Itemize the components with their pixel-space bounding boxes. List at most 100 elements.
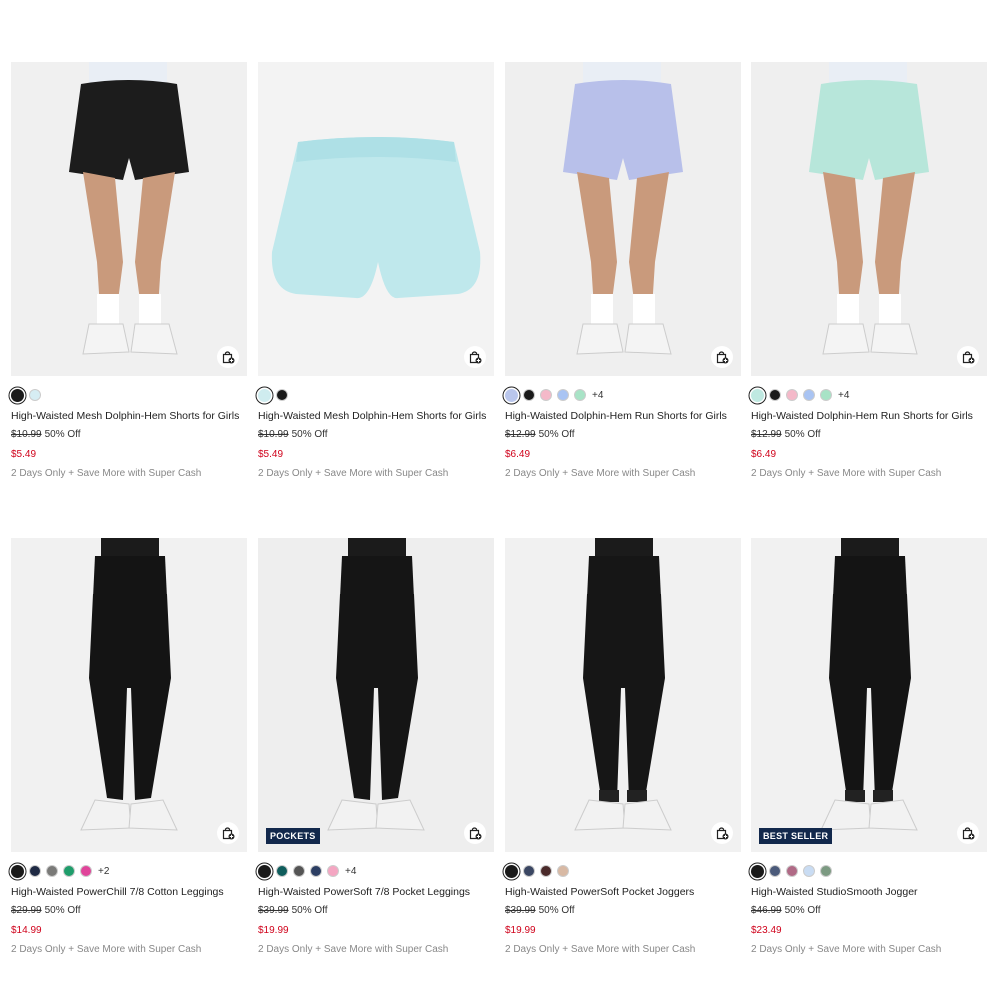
color-swatch[interactable] bbox=[46, 865, 58, 877]
color-swatch[interactable] bbox=[276, 865, 288, 877]
product-image[interactable]: POCKETS bbox=[258, 538, 494, 852]
product-image[interactable] bbox=[505, 62, 741, 376]
product-name[interactable]: High-Waisted Mesh Dolphin-Hem Shorts for… bbox=[11, 410, 247, 422]
price-row: $39.99 50% Off bbox=[258, 905, 494, 916]
color-swatch[interactable] bbox=[803, 389, 815, 401]
color-swatch[interactable] bbox=[751, 864, 764, 878]
color-swatch[interactable] bbox=[820, 389, 832, 401]
shopping-bag-plus-icon bbox=[222, 827, 235, 840]
discount-label: 50% Off bbox=[44, 429, 81, 440]
color-swatch[interactable] bbox=[523, 865, 535, 877]
add-to-bag-button[interactable] bbox=[217, 346, 239, 368]
color-swatch[interactable] bbox=[820, 865, 832, 877]
original-price: $39.99 bbox=[258, 905, 289, 916]
color-swatches: +2 bbox=[11, 861, 247, 881]
color-swatch[interactable] bbox=[803, 865, 815, 877]
color-swatch[interactable] bbox=[80, 865, 92, 877]
add-to-bag-button[interactable] bbox=[957, 822, 979, 844]
original-price: $39.99 bbox=[505, 905, 536, 916]
add-to-bag-button[interactable] bbox=[464, 822, 486, 844]
promo-text: 2 Days Only + Save More with Super Cash bbox=[751, 468, 942, 479]
product-card[interactable]: +4 High-Waisted Dolphin-Hem Run Shorts fo… bbox=[751, 62, 987, 479]
promo-text: 2 Days Only + Save More with Super Cash bbox=[258, 468, 449, 479]
color-swatch[interactable] bbox=[557, 389, 569, 401]
color-swatch[interactable] bbox=[574, 389, 586, 401]
sale-price: $6.49 bbox=[505, 449, 531, 460]
color-swatch[interactable] bbox=[505, 388, 518, 402]
promo-text: 2 Days Only + Save More with Super Cash bbox=[505, 944, 696, 955]
product-card[interactable]: High-Waisted PowerSoft Pocket Joggers $39… bbox=[505, 538, 741, 955]
shopping-bag-plus-icon bbox=[716, 351, 729, 364]
color-swatch[interactable] bbox=[557, 865, 569, 877]
product-name[interactable]: High-Waisted PowerChill 7/8 Cotton Leggi… bbox=[11, 886, 247, 898]
color-swatches bbox=[11, 385, 247, 405]
promo-text: 2 Days Only + Save More with Super Cash bbox=[505, 468, 696, 479]
color-swatch[interactable] bbox=[310, 865, 322, 877]
promo-text: 2 Days Only + Save More with Super Cash bbox=[11, 944, 202, 955]
add-to-bag-button[interactable] bbox=[711, 822, 733, 844]
add-to-bag-button[interactable] bbox=[217, 822, 239, 844]
more-colors-link[interactable]: +4 bbox=[345, 866, 356, 877]
product-card[interactable]: High-Waisted Mesh Dolphin-Hem Shorts for… bbox=[11, 62, 247, 479]
sale-price: $6.49 bbox=[751, 449, 777, 460]
more-colors-link[interactable]: +4 bbox=[838, 390, 849, 401]
color-swatch[interactable] bbox=[293, 865, 305, 877]
product-image[interactable] bbox=[258, 62, 494, 376]
color-swatch[interactable] bbox=[29, 865, 41, 877]
more-colors-link[interactable]: +4 bbox=[592, 390, 603, 401]
color-swatch[interactable] bbox=[63, 865, 75, 877]
product-name[interactable]: High-Waisted PowerSoft Pocket Joggers bbox=[505, 886, 741, 898]
add-to-bag-button[interactable] bbox=[957, 346, 979, 368]
product-image[interactable] bbox=[751, 62, 987, 376]
shopping-bag-plus-icon bbox=[469, 827, 482, 840]
product-name[interactable]: High-Waisted Mesh Dolphin-Hem Shorts for… bbox=[258, 410, 494, 422]
color-swatch[interactable] bbox=[540, 865, 552, 877]
sale-price: $19.99 bbox=[505, 925, 536, 936]
product-name[interactable]: High-Waisted Dolphin-Hem Run Shorts for … bbox=[751, 410, 987, 422]
product-name[interactable]: High-Waisted PowerSoft 7/8 Pocket Leggin… bbox=[258, 886, 494, 898]
product-card[interactable]: +2 High-Waisted PowerChill 7/8 Cotton Leg… bbox=[11, 538, 247, 955]
color-swatch[interactable] bbox=[258, 388, 271, 402]
product-card[interactable]: +4 High-Waisted Dolphin-Hem Run Shorts fo… bbox=[505, 62, 741, 479]
product-card[interactable]: POCKETS +4 High-Waisted PowerSoft 7/8 Pock… bbox=[258, 538, 494, 955]
product-image[interactable] bbox=[505, 538, 741, 852]
color-swatch[interactable] bbox=[276, 389, 288, 401]
color-swatch[interactable] bbox=[29, 389, 41, 401]
discount-label: 50% Off bbox=[291, 429, 328, 440]
color-swatch[interactable] bbox=[523, 389, 535, 401]
product-name[interactable]: High-Waisted Dolphin-Hem Run Shorts for … bbox=[505, 410, 741, 422]
product-image[interactable] bbox=[11, 62, 247, 376]
product-card[interactable]: High-Waisted Mesh Dolphin-Hem Shorts for… bbox=[258, 62, 494, 479]
discount-label: 50% Off bbox=[291, 905, 328, 916]
discount-label: 50% Off bbox=[538, 905, 575, 916]
product-image[interactable]: BEST SELLER bbox=[751, 538, 987, 852]
discount-label: 50% Off bbox=[538, 429, 575, 440]
price-row: $12.99 50% Off bbox=[751, 429, 987, 440]
product-card[interactable]: BEST SELLER High-Waisted StudioSmooth Jog… bbox=[751, 538, 987, 955]
color-swatches: +4 bbox=[505, 385, 741, 405]
add-to-bag-button[interactable] bbox=[464, 346, 486, 368]
color-swatch[interactable] bbox=[540, 389, 552, 401]
color-swatch[interactable] bbox=[769, 865, 781, 877]
color-swatch[interactable] bbox=[786, 389, 798, 401]
color-swatch[interactable] bbox=[11, 864, 24, 878]
price-row: $39.99 50% Off bbox=[505, 905, 741, 916]
sale-price: $23.49 bbox=[751, 925, 782, 936]
promo-text: 2 Days Only + Save More with Super Cash bbox=[751, 944, 942, 955]
more-colors-link[interactable]: +2 bbox=[98, 866, 109, 877]
color-swatch[interactable] bbox=[786, 865, 798, 877]
sale-price: $14.99 bbox=[11, 925, 42, 936]
color-swatch[interactable] bbox=[505, 864, 518, 878]
product-name[interactable]: High-Waisted StudioSmooth Jogger bbox=[751, 886, 987, 898]
promo-text: 2 Days Only + Save More with Super Cash bbox=[11, 468, 202, 479]
product-image[interactable] bbox=[11, 538, 247, 852]
color-swatch[interactable] bbox=[258, 864, 271, 878]
color-swatch[interactable] bbox=[11, 388, 24, 402]
product-badge: BEST SELLER bbox=[759, 828, 833, 844]
color-swatch[interactable] bbox=[769, 389, 781, 401]
color-swatch[interactable] bbox=[327, 865, 339, 877]
discount-label: 50% Off bbox=[784, 905, 821, 916]
color-swatch[interactable] bbox=[751, 388, 764, 402]
add-to-bag-button[interactable] bbox=[711, 346, 733, 368]
sale-price: $19.99 bbox=[258, 925, 289, 936]
